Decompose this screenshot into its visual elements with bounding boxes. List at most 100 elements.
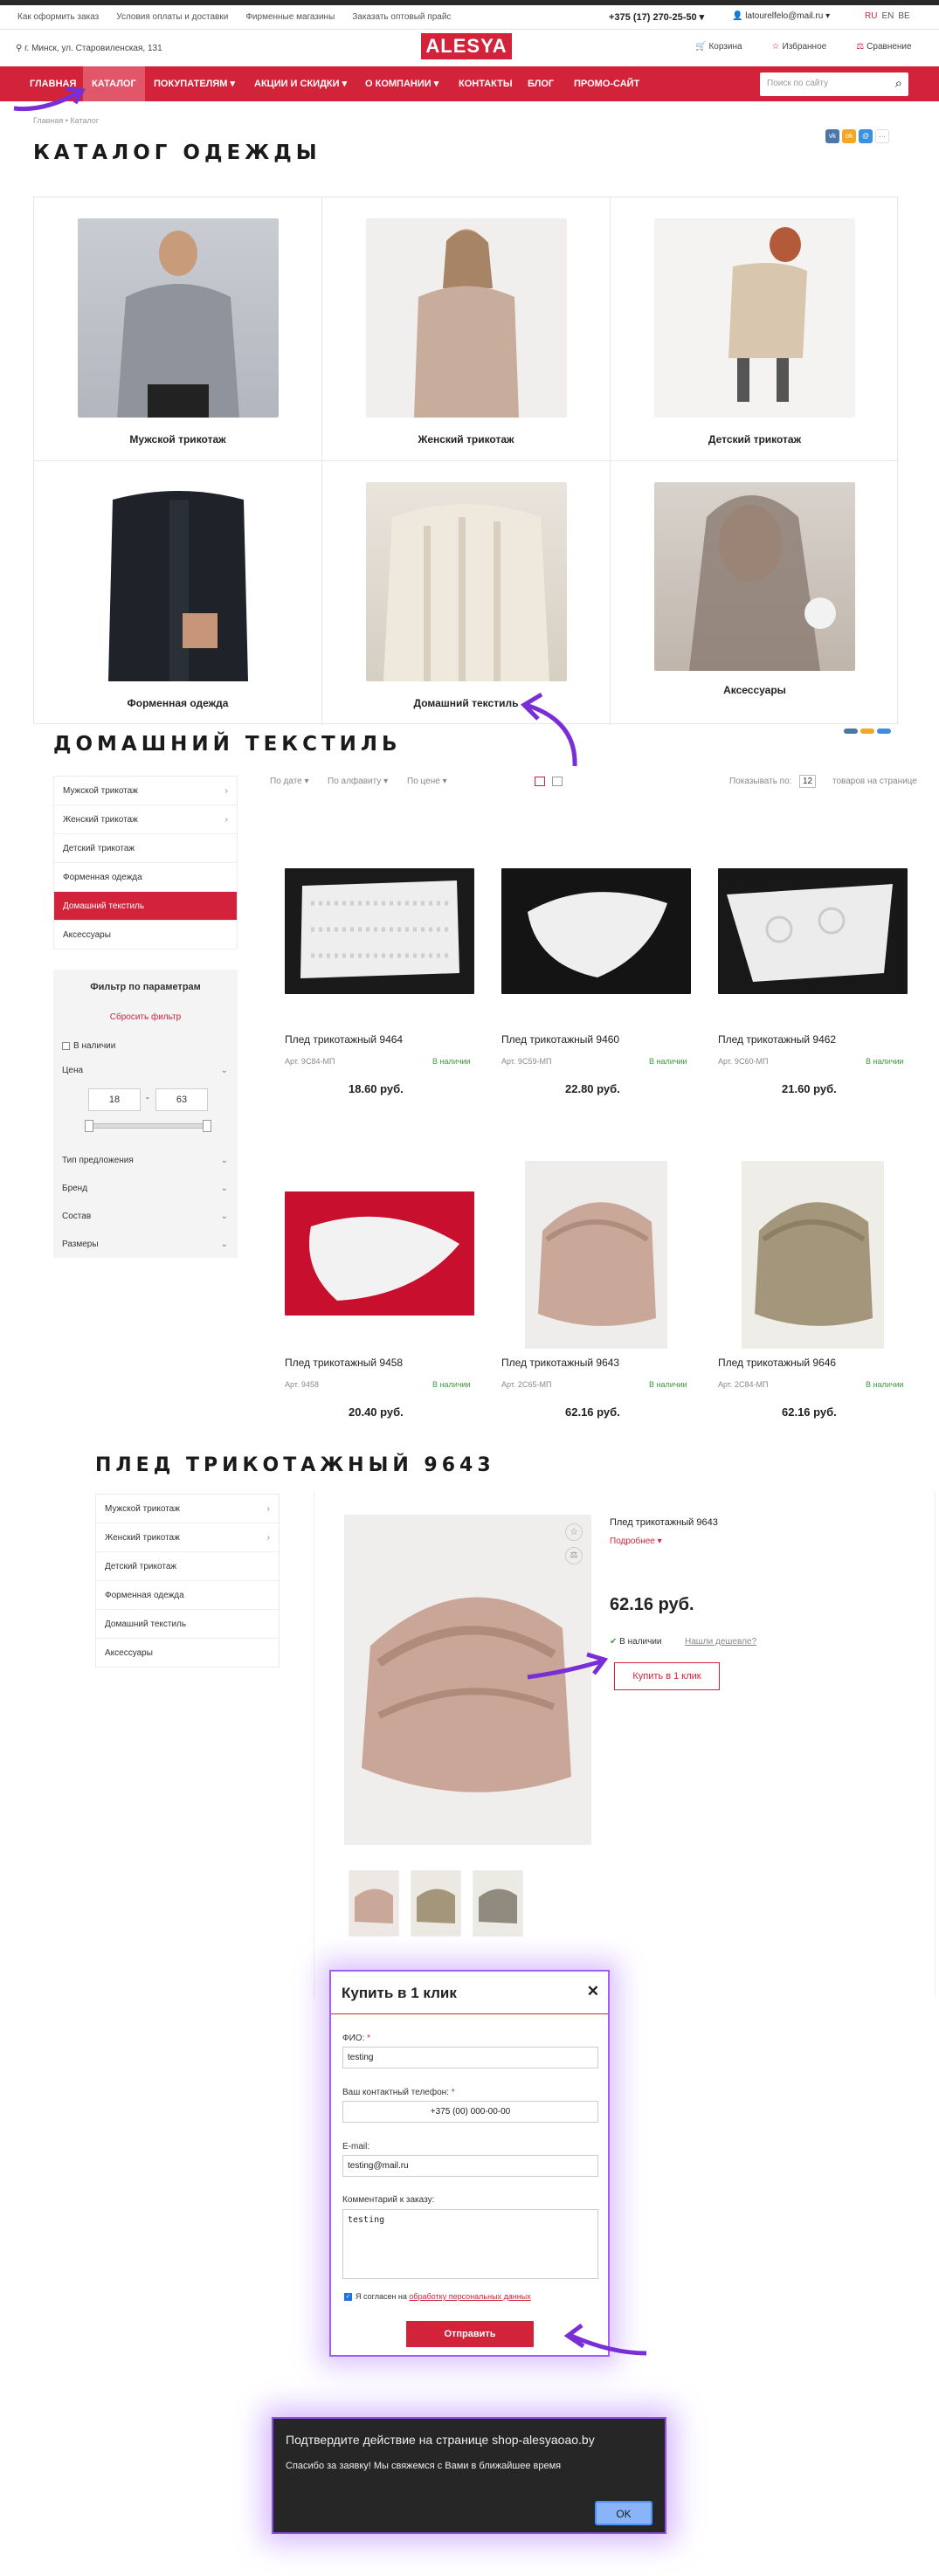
link-stores[interactable]: Фирменные магазины [245,12,335,22]
ok-button[interactable]: OK [595,2501,652,2525]
nav-promo-site[interactable]: ПРОМО-САЙТ [574,66,639,101]
cart-link[interactable]: 🛒 Корзина [695,42,742,52]
consent-checkbox[interactable]: ✓ Я согласен на обработку персональных да… [344,2292,531,2302]
product-name[interactable]: Плед трикотажный 9458 [285,1357,403,1369]
checkbox-box[interactable] [62,1041,70,1050]
phone-number[interactable]: +375 (17) 270-25-50 ▾ [609,11,704,23]
price-slider-handle-min[interactable] [85,1120,93,1132]
user-menu[interactable]: 👤 latourelfelo@mail.ru ▾ [732,11,830,21]
kids-knitwear-image[interactable] [654,218,855,418]
sidebar-item[interactable]: Мужской трикотаж › [96,1495,279,1523]
favorite-star-icon[interactable]: ☆ [565,1523,583,1541]
category-name[interactable]: Женский трикотаж [322,433,610,445]
consent-link[interactable]: обработку персональных данных [409,2292,530,2301]
per-page-select[interactable]: 12 [799,775,817,788]
category-name[interactable]: Форменная одежда [34,697,321,709]
nav-contacts[interactable]: КОНТАКТЫ [459,66,513,101]
fio-input[interactable]: testing [342,2047,598,2068]
filter-row-sizes[interactable]: Размеры ⌄ [62,1240,228,1249]
category-card[interactable]: Женский трикотаж [322,197,611,461]
search-icon[interactable]: ⌕ [895,76,902,91]
product-image[interactable] [742,1161,884,1349]
sort-by-date[interactable]: По дате ▾ [270,777,309,786]
nav-blog[interactable]: БЛОГ [528,66,554,101]
favorites-link[interactable]: ☆ Избранное [772,42,827,52]
sidebar-item[interactable]: Женский трикотаж › [54,805,237,834]
category-card[interactable]: Форменная одежда [34,461,322,725]
lang-ru[interactable]: RU [865,11,877,21]
price-row[interactable]: Цена ⌄ [62,1066,228,1075]
sidebar-item[interactable]: Домашний текстиль [96,1610,279,1639]
price-min-input[interactable]: 18 [88,1088,141,1111]
buy-one-click-button[interactable]: Купить в 1 клик [614,1662,720,1690]
lang-be[interactable]: BE [898,11,909,21]
nav-customers[interactable]: ПОКУПАТЕЛЯМ ▾ [154,66,235,101]
comment-textarea[interactable]: testing [342,2209,598,2279]
lang-en[interactable]: EN [881,11,894,21]
link-wholesale[interactable]: Заказать оптовый прайс [352,12,451,22]
email-input[interactable]: testing@mail.ru [342,2155,598,2177]
found-cheaper-link[interactable]: Нашли дешевле? [685,1637,756,1647]
link-payment-delivery[interactable]: Условия оплаты и доставки [116,12,228,22]
price-max-input[interactable]: 63 [155,1088,208,1111]
search-input[interactable]: Поиск по сайту ⌕ [760,73,908,96]
category-name[interactable]: Мужской трикотаж [34,433,321,445]
uniform-image[interactable] [78,482,279,681]
sidebar-item[interactable]: Аксессуары [96,1639,279,1668]
sidebar-item[interactable]: Женский трикотаж › [96,1523,279,1552]
checkbox-checked-icon[interactable]: ✓ [344,2293,352,2302]
category-card[interactable]: Аксессуары [611,461,899,725]
ok-icon[interactable] [860,729,874,734]
product-image[interactable] [525,1161,667,1349]
product-thumbnail[interactable] [473,1870,523,1937]
nav-promotions[interactable]: АКЦИИ И СКИДКИ ▾ [254,66,347,101]
filter-row-offer-type[interactable]: Тип предложения ⌄ [62,1156,228,1165]
product-image[interactable] [285,1191,474,1316]
sort-by-alpha[interactable]: По алфавиту ▾ [328,777,388,786]
product-name[interactable]: Плед трикотажный 9462 [718,1033,836,1046]
product-name[interactable]: Плед трикотажный 9464 [285,1033,403,1046]
reset-filter-link[interactable]: Сбросить фильтр [53,1012,238,1022]
ok-icon[interactable]: ok [842,129,856,143]
nav-catalog[interactable]: КАТАЛОГ [83,66,145,101]
close-icon[interactable]: ✕ [587,1983,599,2000]
category-card[interactable]: Мужской трикотаж [34,197,322,461]
mailru-icon[interactable] [877,729,891,734]
price-slider-handle-max[interactable] [203,1120,211,1132]
list-view-icon[interactable] [552,777,563,786]
sidebar-item[interactable]: Мужской трикотаж › [54,777,237,805]
category-name[interactable]: Аксессуары [611,684,899,696]
mailru-icon[interactable]: @ [859,129,873,143]
filter-row-brand[interactable]: Бренд ⌄ [62,1184,228,1193]
sort-by-price[interactable]: По цене ▾ [407,777,447,786]
product-thumbnail[interactable] [349,1870,399,1937]
phone-input[interactable]: +375 (00) 000-00-00 [342,2101,598,2123]
compare-link[interactable]: ⚖ Сравнение [856,42,911,52]
grid-view-icon[interactable] [535,777,545,786]
men-knitwear-image[interactable] [78,218,279,418]
filter-row-composition[interactable]: Состав ⌄ [62,1212,228,1221]
home-textile-image[interactable] [366,482,567,681]
product-name[interactable]: Плед трикотажный 9643 [501,1357,619,1369]
women-knitwear-image[interactable] [366,218,567,418]
submit-button[interactable]: Отправить [406,2321,534,2347]
vk-icon[interactable]: vk [825,129,839,143]
sidebar-item[interactable]: Форменная одежда [96,1581,279,1610]
more-details-link[interactable]: Подробнее ▾ [610,1537,662,1546]
user-email[interactable]: latourelfelo@mail.ru ▾ [745,11,830,21]
sidebar-item[interactable]: Форменная одежда [54,863,237,892]
compare-icon[interactable]: ⚖ [565,1547,583,1564]
vk-icon[interactable] [844,729,858,734]
product-thumbnail[interactable] [411,1870,461,1937]
in-stock-checkbox[interactable]: В наличии [62,1041,228,1051]
nav-about[interactable]: О КОМПАНИИ ▾ [365,66,438,101]
sidebar-item[interactable]: Аксессуары [54,921,237,950]
sidebar-item[interactable]: Детский трикотаж [54,834,237,863]
product-image[interactable] [718,868,908,994]
product-name[interactable]: Плед трикотажный 9460 [501,1033,619,1046]
category-name[interactable]: Детский трикотаж [611,433,899,445]
sidebar-item[interactable]: Детский трикотаж [96,1552,279,1581]
price-slider-track[interactable] [88,1123,207,1129]
accessories-image[interactable] [654,482,855,671]
breadcrumb[interactable]: Главная • Каталог [33,116,99,125]
